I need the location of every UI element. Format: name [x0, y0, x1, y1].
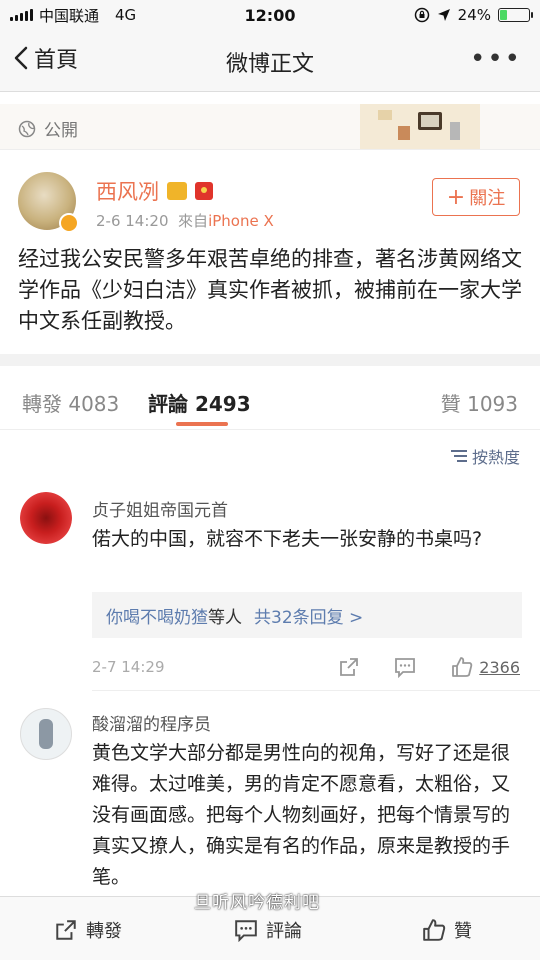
tab-likes-count: 1093: [467, 392, 518, 416]
tab-reposts[interactable]: 轉發 4083: [22, 388, 119, 417]
visibility-strip: 公開: [0, 104, 540, 150]
more-dots-icon[interactable]: •••: [470, 44, 522, 74]
reply-user[interactable]: 你喝不喝奶猹: [106, 603, 208, 628]
commenter-name[interactable]: 酸溜溜的程序员: [92, 710, 211, 735]
tab-likes-label: 贊: [440, 392, 461, 416]
comment-divider: [92, 690, 540, 691]
tab-reposts-count: 4083: [68, 392, 120, 416]
sort-label: 按熱度: [471, 448, 520, 467]
network-type: 4G: [115, 6, 137, 24]
like-button[interactable]: 2366: [451, 656, 520, 678]
author-avatar[interactable]: [18, 172, 79, 233]
location-arrow-icon: [437, 9, 450, 21]
reply-suffix: 等人: [208, 607, 242, 628]
globe-icon: [18, 120, 36, 137]
watermark: 旦听风吟德利吧: [194, 893, 320, 913]
thumbs-up-icon: [452, 657, 473, 677]
battery-fill: [500, 10, 507, 20]
page-title: 微博正文: [225, 52, 314, 77]
repost-label: 轉發: [86, 921, 122, 942]
reply-preview[interactable]: 你喝不喝奶猹 等人 共32条回复 >: [92, 592, 522, 638]
source-prefix: 來自: [178, 212, 209, 230]
verified-badge-icon: [59, 213, 79, 233]
visibility-text: 公開: [44, 121, 78, 141]
sort-list-icon: [450, 450, 467, 462]
share-icon[interactable]: [338, 656, 360, 678]
status-right: 24%: [414, 0, 533, 30]
tab-comments-count: 2493: [194, 392, 251, 416]
tab-comments-label: 評論: [148, 392, 188, 416]
comment-text: 偌大的中国，就容不下老夫一张安静的书桌吗?: [92, 528, 483, 550]
tab-comments[interactable]: 評論 2493: [148, 388, 251, 417]
follow-label: 關注: [469, 188, 506, 209]
follow-button[interactable]: + 關注: [432, 178, 520, 216]
section-gap: [0, 354, 540, 366]
comment-footer: 2-7 14:29 2366: [92, 656, 522, 680]
share-icon: [56, 920, 76, 940]
comment-button[interactable]: 評論: [234, 917, 302, 943]
lock-rotation-icon: [414, 7, 429, 23]
carrier-name: 中国联通: [39, 6, 100, 25]
like-count: 2366: [479, 657, 520, 677]
comment-time: 2-7 14:29: [92, 658, 165, 676]
like-post-button[interactable]: 贊: [422, 917, 472, 943]
author-name[interactable]: 西风冽: [96, 176, 159, 206]
visibility-label: 公開: [18, 116, 78, 141]
comment-icon: [235, 920, 257, 942]
battery-percent: 24%: [457, 6, 491, 24]
thumbs-up-icon: [423, 919, 446, 941]
weibo-detail-page: 中国联通 4G 12:00 24% 首頁 微博正文 ••• 公開 西风冽 2-6…: [0, 0, 540, 960]
reply-more-link[interactable]: 共32条回复 >: [254, 603, 363, 628]
comment-label: 評論: [266, 921, 302, 942]
post-text: 经过我公安民警多年艰苦卓绝的排查，著名涉黄网络文学作品《少妇白洁》真实作者被抓，…: [18, 247, 522, 333]
nav-bar: 首頁 微博正文 •••: [0, 30, 540, 92]
tab-likes[interactable]: 贊 1093: [441, 388, 518, 417]
plus-icon: +: [446, 184, 466, 210]
signal-icon: [10, 9, 33, 21]
decorative-banner: [360, 104, 480, 149]
post-date: 2-6 14:20: [96, 212, 169, 230]
comment-icon[interactable]: [394, 656, 416, 678]
commenter-avatar[interactable]: [20, 708, 72, 760]
comment-text: 黄色文学大部分都是男性向的视角，写好了还是很难得。太过唯美，男的肯定不愿意看，太…: [92, 742, 511, 888]
red-envelope-icon: [195, 182, 213, 200]
commenter-name[interactable]: 贞子姐姐帝国元首: [92, 496, 228, 521]
status-bar: 中国联通 4G 12:00 24%: [0, 0, 540, 30]
comment-item: 贞子姐姐帝国元首 偌大的中国，就容不下老夫一张安静的书桌吗? 你喝不喝奶猹 等人…: [0, 480, 540, 690]
comment-item: 酸溜溜的程序员 黄色文学大部分都是男性向的视角，写好了还是很难得。太过唯美，男的…: [0, 700, 540, 900]
commenter-avatar[interactable]: [20, 492, 72, 544]
tab-bar: 轉發 4083 評論 2493 贊 1093: [0, 366, 540, 430]
vip-crown-icon: [167, 182, 187, 200]
post-source: iPhone X: [208, 212, 274, 230]
sort-by-heat-button[interactable]: 按熱度: [450, 444, 520, 468]
like-label: 贊: [454, 921, 472, 942]
author-row: 西风冽: [96, 176, 213, 206]
tab-reposts-label: 轉發: [22, 392, 62, 416]
repost-button[interactable]: 轉發: [54, 917, 122, 943]
weibo-post: 西风冽 2-6 14:20 來自iPhone X + 關注 经过我公安民警多年艰…: [0, 150, 540, 354]
battery-icon: [498, 8, 533, 22]
active-tab-indicator: [176, 422, 228, 426]
post-meta: 2-6 14:20 來自iPhone X: [96, 210, 274, 231]
